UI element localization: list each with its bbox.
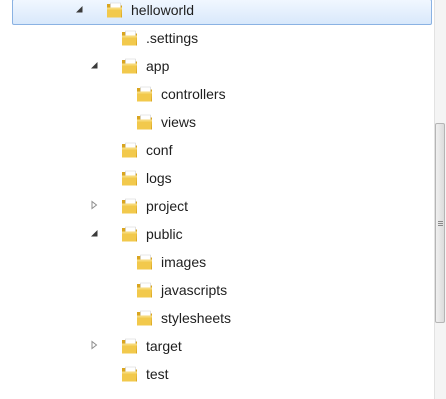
folder-icon xyxy=(120,364,140,384)
folder-icon xyxy=(105,0,125,20)
tree-item-settings[interactable]: .settings xyxy=(0,24,434,52)
tree-item-app[interactable]: app xyxy=(0,52,434,80)
tree-item-controllers[interactable]: controllers xyxy=(0,80,434,108)
tree-item-label: images xyxy=(161,254,207,270)
tree-item-label: logs xyxy=(146,170,172,186)
collapsed-arrow-icon[interactable] xyxy=(89,340,99,350)
expanded-arrow-icon[interactable] xyxy=(74,4,84,14)
tree-item-conf[interactable]: conf xyxy=(0,136,434,164)
folder-icon xyxy=(120,168,140,188)
scrollbar-grip-icon xyxy=(438,221,443,222)
tree-item-label: controllers xyxy=(161,86,226,102)
folder-icon xyxy=(135,112,155,132)
expanded-arrow-icon[interactable] xyxy=(89,60,99,70)
tree-item-target[interactable]: target xyxy=(0,332,434,360)
folder-tree: helloworld .settings app controllers views co… xyxy=(0,0,434,399)
folder-icon xyxy=(135,280,155,300)
tree-item-logs[interactable]: logs xyxy=(0,164,434,192)
folder-icon xyxy=(120,140,140,160)
tree-item-javascripts[interactable]: javascripts xyxy=(0,276,434,304)
folder-icon xyxy=(135,308,155,328)
tree-item-test[interactable]: test xyxy=(0,360,434,388)
folder-icon xyxy=(120,336,140,356)
tree-item-label: public xyxy=(146,226,183,242)
tree-item-public[interactable]: public xyxy=(0,220,434,248)
tree-item-images[interactable]: images xyxy=(0,248,434,276)
folder-icon xyxy=(120,56,140,76)
scrollbar-thumb[interactable] xyxy=(435,123,445,323)
tree-item-label: helloworld xyxy=(131,2,195,18)
tree-item-label: stylesheets xyxy=(161,310,232,326)
tree-item-label: test xyxy=(146,366,169,382)
tree-item-label: .settings xyxy=(146,30,199,46)
tree-item-helloworld[interactable]: helloworld xyxy=(0,0,434,25)
tree-item-label: conf xyxy=(146,142,173,158)
folder-icon xyxy=(120,224,140,244)
expanded-arrow-icon[interactable] xyxy=(89,228,99,238)
folder-icon xyxy=(135,252,155,272)
folder-icon xyxy=(135,84,155,104)
tree-item-project[interactable]: project xyxy=(0,192,434,220)
tree-item-label: app xyxy=(146,58,170,74)
collapsed-arrow-icon[interactable] xyxy=(89,200,99,210)
tree-item-label: project xyxy=(146,198,189,214)
tree-item-label: javascripts xyxy=(161,282,228,298)
folder-icon xyxy=(120,28,140,48)
vertical-scrollbar[interactable] xyxy=(434,0,446,399)
tree-item-views[interactable]: views xyxy=(0,108,434,136)
tree-item-label: target xyxy=(146,338,182,354)
folder-icon xyxy=(120,196,140,216)
tree-item-stylesheets[interactable]: stylesheets xyxy=(0,304,434,332)
tree-item-label: views xyxy=(161,114,197,130)
